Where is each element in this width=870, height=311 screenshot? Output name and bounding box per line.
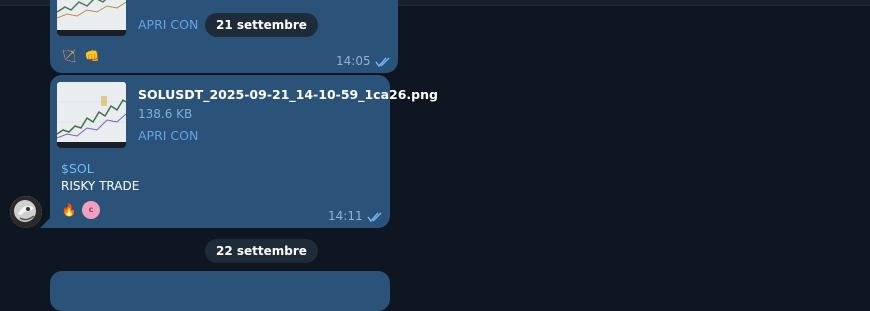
reaction-badge-icon[interactable]: c <box>82 201 100 219</box>
image-thumbnail[interactable] <box>57 82 126 148</box>
hashtag-link[interactable]: $SOL <box>61 161 94 176</box>
reactions-row: 🔥 c <box>59 200 100 220</box>
date-separator: 22 settembre <box>205 239 318 263</box>
date-separator: 21 settembre <box>205 13 318 37</box>
double-check-icon <box>375 57 390 68</box>
message-bubble[interactable]: SOLUSDT_2025-09-21_14-10-59_1ca26.png 13… <box>50 75 438 228</box>
message-time: 14:05 <box>336 54 371 68</box>
message-text: RISKY TRADE <box>61 179 140 193</box>
bubble-tail <box>40 216 52 228</box>
avatar[interactable] <box>10 196 42 228</box>
double-check-icon <box>367 212 382 223</box>
file-name[interactable]: SOLUSDT_2025-09-21_14-10-59_1ca26.png <box>138 87 438 102</box>
open-with-link[interactable]: APRI CON <box>138 128 198 143</box>
image-thumbnail[interactable] <box>57 0 126 36</box>
bow-arrow-icon[interactable]: 🏹 <box>59 46 79 66</box>
message-time: 14:11 <box>328 209 363 223</box>
message-bubble[interactable] <box>50 271 390 311</box>
fist-bump-icon[interactable]: 👊 <box>82 46 102 66</box>
fire-icon[interactable]: 🔥 <box>59 200 79 220</box>
open-with-link[interactable]: APRI CON <box>138 17 198 32</box>
reactions-row: 🏹 👊 <box>59 46 102 66</box>
file-size: 138.6 KB <box>138 107 193 121</box>
